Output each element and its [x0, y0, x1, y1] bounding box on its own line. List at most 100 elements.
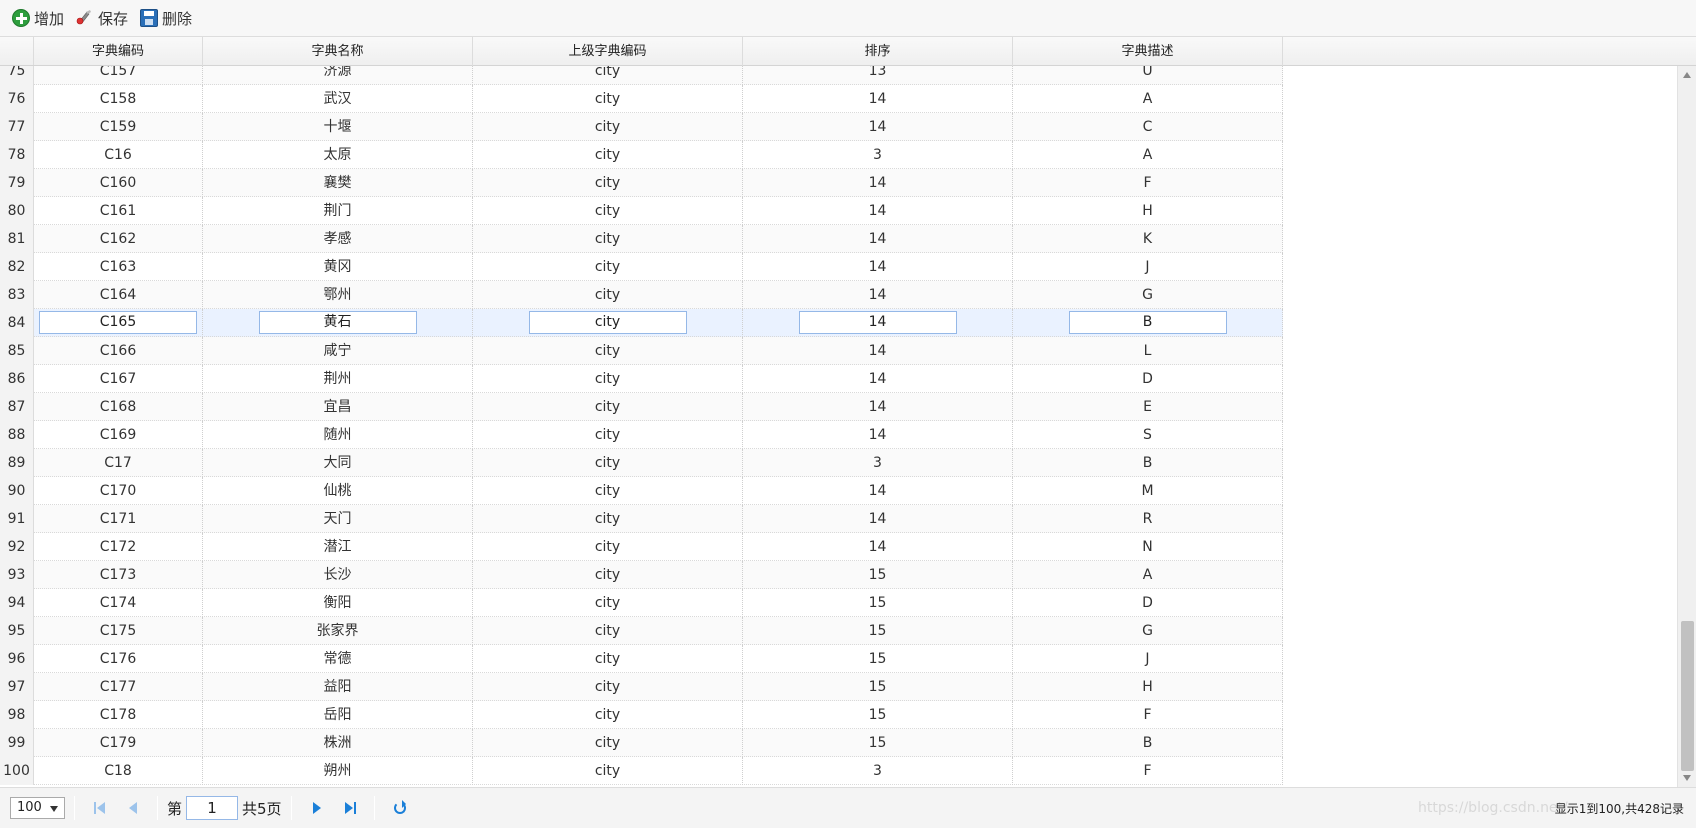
name-cell[interactable]: 天门 [203, 505, 473, 533]
code-cell[interactable]: C168 [34, 393, 203, 421]
name-cell[interactable]: 岳阳 [203, 701, 473, 729]
code-cell[interactable]: C17 [34, 449, 203, 477]
table-row[interactable]: 89 C17 大同 city 3 B [0, 449, 1283, 477]
sort-cell[interactable]: 13 [743, 66, 1013, 85]
table-row[interactable]: 97 C177 益阳 city 15 H [0, 673, 1283, 701]
name-cell[interactable]: 荆州 [203, 365, 473, 393]
name-cell[interactable]: 大同 [203, 449, 473, 477]
parent-code-cell[interactable]: city [473, 85, 743, 113]
refresh-button[interactable] [388, 796, 412, 820]
parent-code-cell[interactable]: city [473, 589, 743, 617]
code-cell[interactable]: C170 [34, 477, 203, 505]
name-cell[interactable]: 株洲 [203, 729, 473, 757]
sort-cell[interactable]: 14 [743, 85, 1013, 113]
sort-cell[interactable]: 14 [743, 421, 1013, 449]
code-cell[interactable]: C172 [34, 533, 203, 561]
name-cell[interactable]: 张家界 [203, 617, 473, 645]
table-row[interactable]: 95 C175 张家界 city 15 G [0, 617, 1283, 645]
name-cell[interactable]: 仙桃 [203, 477, 473, 505]
description-cell[interactable]: A [1013, 141, 1283, 169]
sort-cell[interactable]: 14 [743, 337, 1013, 365]
code-cell[interactable]: C175 [34, 617, 203, 645]
parent-code-cell[interactable]: city [473, 645, 743, 673]
sort-cell[interactable]: 14 [743, 533, 1013, 561]
prev-page-button[interactable] [120, 796, 144, 820]
scroll-up-icon[interactable] [1683, 72, 1691, 78]
description-cell[interactable]: F [1013, 701, 1283, 729]
table-row[interactable]: 78 C16 太原 city 3 A [0, 141, 1283, 169]
parent-code-cell[interactable]: city [473, 505, 743, 533]
parent-code-cell[interactable]: city [473, 449, 743, 477]
scroll-down-icon[interactable] [1683, 775, 1691, 781]
parent-code-cell[interactable]: city [473, 113, 743, 141]
description-editor[interactable]: B [1068, 311, 1227, 334]
parent-code-cell[interactable]: city [473, 141, 743, 169]
sort-cell[interactable]: 3 [743, 141, 1013, 169]
code-editor[interactable]: C165 [39, 311, 197, 334]
code-cell[interactable]: C164 [34, 281, 203, 309]
name-cell[interactable]: 十堰 [203, 113, 473, 141]
table-row[interactable]: 82 C163 黄冈 city 14 J [0, 253, 1283, 281]
name-editor[interactable]: 黄石 [258, 311, 417, 334]
table-row[interactable]: 81 C162 孝感 city 14 K [0, 225, 1283, 253]
sort-cell[interactable]: 14 [743, 365, 1013, 393]
code-cell[interactable]: C178 [34, 701, 203, 729]
name-cell[interactable]: 咸宁 [203, 337, 473, 365]
parent-code-cell[interactable]: city [473, 561, 743, 589]
description-cell[interactable]: H [1013, 197, 1283, 225]
parent-code-cell[interactable]: city [473, 393, 743, 421]
description-cell[interactable]: K [1013, 225, 1283, 253]
table-row[interactable]: 76 C158 武汉 city 14 A [0, 85, 1283, 113]
parent-code-cell[interactable]: city [473, 253, 743, 281]
table-row[interactable]: 88 C169 随州 city 14 S [0, 421, 1283, 449]
name-cell[interactable]: 济源 [203, 66, 473, 85]
table-row[interactable]: 86 C167 荆州 city 14 D [0, 365, 1283, 393]
sort-cell[interactable]: 15 [743, 617, 1013, 645]
name-cell[interactable]: 荆门 [203, 197, 473, 225]
name-cell[interactable]: 武汉 [203, 85, 473, 113]
column-header-sort[interactable]: 排序 [743, 37, 1013, 66]
sort-cell[interactable]: 14 [743, 253, 1013, 281]
parent-code-cell[interactable]: city [473, 673, 743, 701]
column-header-name[interactable]: 字典名称 [203, 37, 473, 66]
description-cell[interactable]: N [1013, 533, 1283, 561]
sort-cell[interactable]: 15 [743, 645, 1013, 673]
name-cell[interactable]: 襄樊 [203, 169, 473, 197]
description-cell[interactable]: F [1013, 169, 1283, 197]
table-row[interactable]: 84 C165 黄石 city 14 B [0, 309, 1283, 337]
description-cell[interactable]: J [1013, 645, 1283, 673]
sort-cell[interactable]: 14 [743, 477, 1013, 505]
table-row[interactable]: 90 C170 仙桃 city 14 M [0, 477, 1283, 505]
last-page-button[interactable] [337, 796, 361, 820]
first-page-button[interactable] [88, 796, 112, 820]
description-cell[interactable]: U [1013, 66, 1283, 85]
description-cell[interactable]: L [1013, 337, 1283, 365]
table-row[interactable]: 75 C157 济源 city 13 U [0, 66, 1283, 85]
sort-editor[interactable]: 14 [798, 311, 957, 334]
description-cell[interactable]: A [1013, 561, 1283, 589]
sort-cell[interactable]: 3 [743, 757, 1013, 785]
code-cell[interactable]: C166 [34, 337, 203, 365]
sort-cell[interactable]: 3 [743, 449, 1013, 477]
name-cell[interactable]: 孝感 [203, 225, 473, 253]
parent-code-cell[interactable]: city [473, 701, 743, 729]
code-cell[interactable]: C173 [34, 561, 203, 589]
column-header-description[interactable]: 字典描述 [1013, 37, 1283, 66]
parent-code-cell[interactable]: city [473, 729, 743, 757]
sort-cell[interactable]: 14 [743, 281, 1013, 309]
sort-cell[interactable]: 15 [743, 673, 1013, 701]
column-header-parent-code[interactable]: 上级字典编码 [473, 37, 743, 66]
name-cell[interactable]: 鄂州 [203, 281, 473, 309]
code-cell[interactable]: C177 [34, 673, 203, 701]
description-cell[interactable]: D [1013, 589, 1283, 617]
parent-code-cell[interactable]: city [473, 281, 743, 309]
parent-code-cell[interactable]: city [473, 225, 743, 253]
code-cell[interactable]: C174 [34, 589, 203, 617]
name-cell[interactable]: 衡阳 [203, 589, 473, 617]
code-cell[interactable]: C179 [34, 729, 203, 757]
add-button[interactable]: 增加 [10, 5, 70, 31]
name-cell[interactable]: 随州 [203, 421, 473, 449]
table-row[interactable]: 80 C161 荆门 city 14 H [0, 197, 1283, 225]
description-cell[interactable]: D [1013, 365, 1283, 393]
table-row[interactable]: 92 C172 潜江 city 14 N [0, 533, 1283, 561]
